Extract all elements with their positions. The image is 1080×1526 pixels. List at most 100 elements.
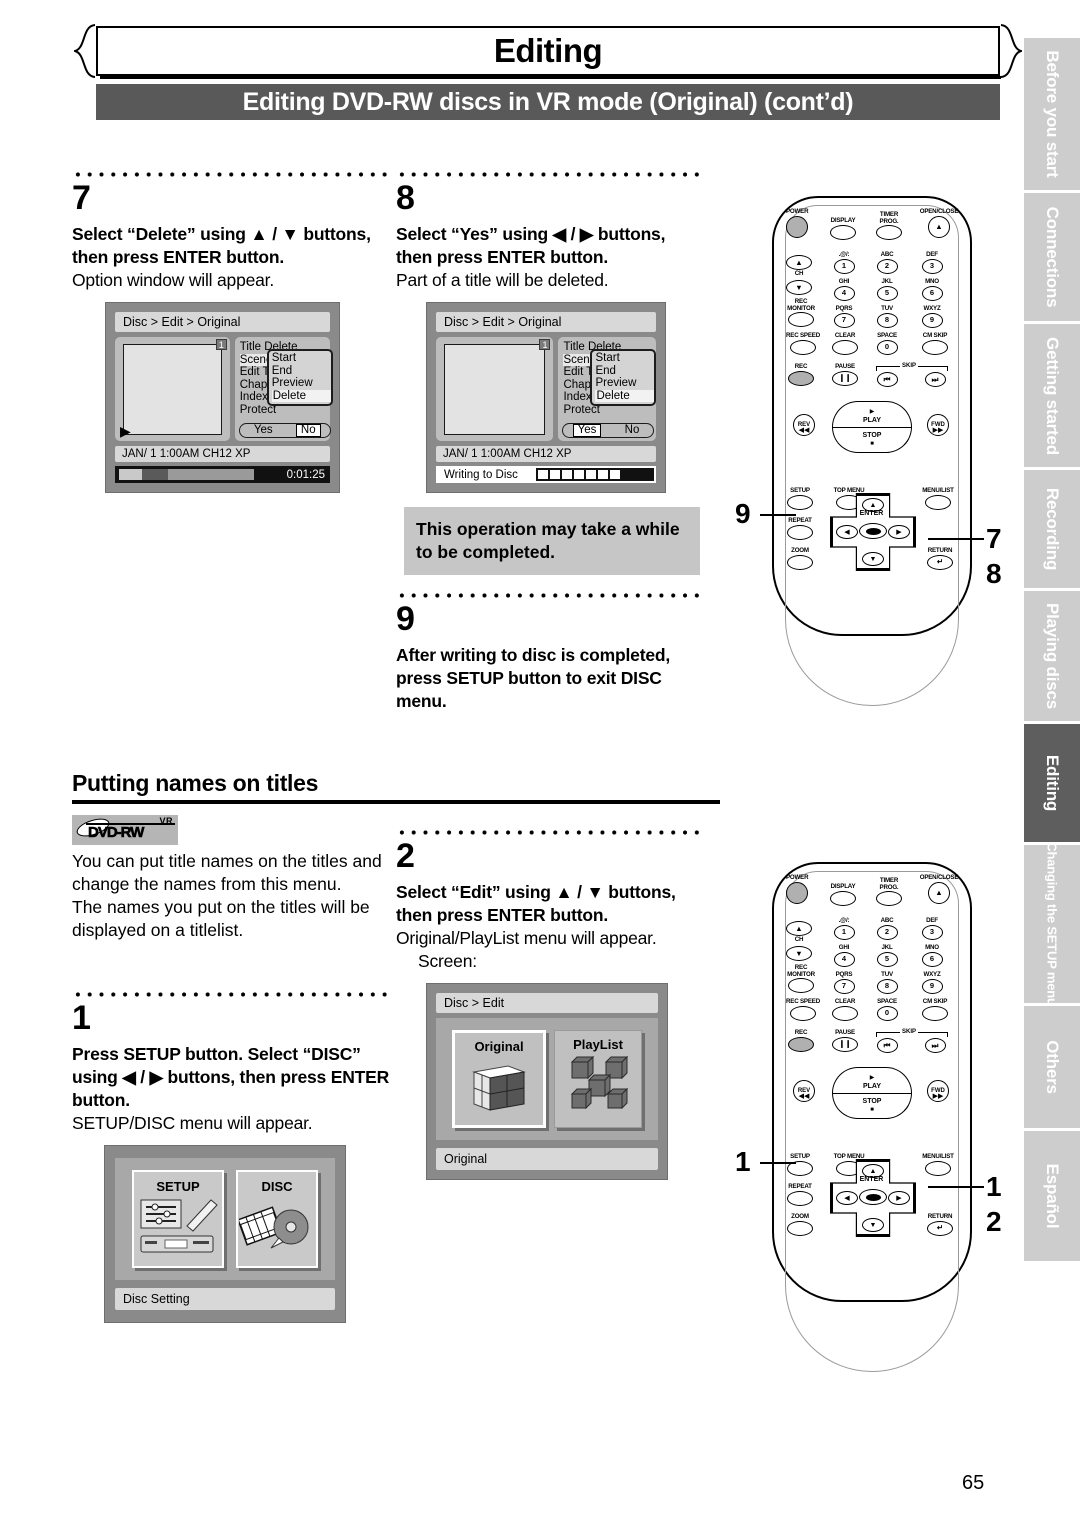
- key-label-2: ABC: [880, 917, 894, 924]
- skip-back-button[interactable]: ⏮: [876, 372, 898, 387]
- digit-6-button[interactable]: 6: [921, 951, 943, 967]
- display-button[interactable]: [830, 224, 856, 240]
- tab-getting-started[interactable]: Getting started: [1024, 324, 1080, 467]
- digit-1-button[interactable]: 1: [833, 924, 855, 940]
- digit-1-button[interactable]: 1: [833, 258, 855, 274]
- digit-4-button[interactable]: 4: [833, 285, 855, 301]
- digit-7-button[interactable]: 7: [833, 312, 855, 328]
- digit-2-button[interactable]: 2: [876, 924, 898, 940]
- digit-9-button[interactable]: 9: [921, 312, 943, 328]
- setup-button[interactable]: [787, 494, 813, 510]
- yes-button[interactable]: Yes: [572, 424, 602, 437]
- tab-playing-discs[interactable]: Playing discs: [1024, 591, 1080, 721]
- rec-monitor-button[interactable]: [788, 978, 814, 994]
- digit-5-button[interactable]: 5: [876, 285, 898, 301]
- setup-icon-tile[interactable]: SETUP: [132, 1170, 224, 1268]
- tab-others[interactable]: Others: [1024, 1006, 1080, 1128]
- cm-skip-button[interactable]: [922, 1005, 948, 1021]
- key-label-ch: CH: [794, 270, 804, 277]
- tab-editing[interactable]: Editing: [1024, 724, 1080, 842]
- channel-up-button[interactable]: ▲: [786, 921, 812, 936]
- return-button[interactable]: ↵: [927, 554, 953, 570]
- rec-button[interactable]: [788, 370, 814, 386]
- power-button[interactable]: [786, 881, 809, 904]
- digit-3-button[interactable]: 3: [921, 258, 943, 274]
- popup-item-start[interactable]: Start: [595, 352, 619, 364]
- stop-button[interactable]: STOP ■: [832, 1093, 912, 1119]
- dotted-rule: [396, 170, 706, 179]
- return-button[interactable]: ↵: [927, 1220, 953, 1236]
- dpad-down-button[interactable]: ▼: [862, 1218, 884, 1232]
- stop-button[interactable]: STOP ■: [832, 427, 912, 453]
- zoom-button[interactable]: [787, 554, 813, 570]
- power-button[interactable]: [786, 215, 809, 238]
- skip-forward-button[interactable]: ⏭: [924, 372, 946, 387]
- popup-item-end[interactable]: End: [272, 365, 292, 377]
- open-close-button[interactable]: ▲: [928, 215, 950, 238]
- display-button[interactable]: [830, 890, 856, 906]
- tab-recording[interactable]: Recording: [1024, 470, 1080, 588]
- tab-connections[interactable]: Connections: [1024, 193, 1080, 321]
- screen-step7: Disc > Edit > Original 1 ▶ Title Delete …: [105, 302, 340, 493]
- popup-item-end[interactable]: End: [595, 365, 615, 377]
- pause-button[interactable]: ❙❙: [832, 370, 858, 386]
- popup-item-preview[interactable]: Preview: [272, 377, 313, 389]
- digit-0-button[interactable]: 0: [876, 1005, 898, 1021]
- enter-button[interactable]: [859, 523, 887, 539]
- tab-changing-setup-menu[interactable]: Changing the SETUP menu: [1024, 842, 1080, 1006]
- skip-forward-button[interactable]: ⏭: [924, 1038, 946, 1053]
- digit-9-button[interactable]: 9: [921, 978, 943, 994]
- rec-speed-button[interactable]: [790, 339, 816, 355]
- dpad-left-button[interactable]: ◀: [836, 1191, 858, 1205]
- rec-monitor-button[interactable]: [788, 312, 814, 328]
- popup-item-start[interactable]: Start: [272, 352, 296, 364]
- rec-button[interactable]: [788, 1036, 814, 1052]
- channel-down-button[interactable]: ▼: [786, 946, 812, 961]
- enter-button[interactable]: [859, 1189, 887, 1205]
- popup-item-delete[interactable]: Delete: [271, 389, 331, 403]
- popup-item-delete[interactable]: Delete: [595, 389, 655, 403]
- tab-espanol[interactable]: Español: [1024, 1131, 1080, 1261]
- original-tile[interactable]: Original: [452, 1030, 546, 1128]
- no-button[interactable]: No: [295, 424, 321, 437]
- pause-button[interactable]: ❙❙: [832, 1036, 858, 1052]
- menu-list-button[interactable]: [925, 1160, 951, 1176]
- repeat-button[interactable]: [787, 524, 813, 540]
- popup-item-preview[interactable]: Preview: [595, 377, 636, 389]
- playlist-tile[interactable]: PlayList: [554, 1030, 642, 1128]
- channel-up-button[interactable]: ▲: [786, 255, 812, 270]
- dpad-right-button[interactable]: ▶: [888, 1191, 910, 1205]
- zoom-button[interactable]: [787, 1220, 813, 1236]
- repeat-button[interactable]: [787, 1190, 813, 1206]
- step-7-number: 7: [72, 179, 91, 217]
- open-close-button[interactable]: ▲: [928, 881, 950, 904]
- dpad-down-button[interactable]: ▼: [862, 552, 884, 566]
- digit-4-button[interactable]: 4: [833, 951, 855, 967]
- play-button[interactable]: ▶ PLAY: [832, 1067, 912, 1093]
- no-button[interactable]: No: [620, 424, 645, 437]
- digit-8-button[interactable]: 8: [876, 312, 898, 328]
- menu-list-button[interactable]: [925, 494, 951, 510]
- clear-button[interactable]: [832, 1005, 858, 1021]
- timer-prog-button[interactable]: [876, 225, 902, 241]
- digit-8-button[interactable]: 8: [876, 978, 898, 994]
- digit-6-button[interactable]: 6: [921, 285, 943, 301]
- dpad-right-button[interactable]: ▶: [888, 525, 910, 539]
- digit-2-button[interactable]: 2: [876, 258, 898, 274]
- disc-icon-tile[interactable]: DISC: [236, 1170, 318, 1268]
- digit-5-button[interactable]: 5: [876, 951, 898, 967]
- dpad-left-button[interactable]: ◀: [836, 525, 858, 539]
- rec-speed-button[interactable]: [790, 1005, 816, 1021]
- digit-3-button[interactable]: 3: [921, 924, 943, 940]
- tab-before-you-start[interactable]: Before you start: [1024, 38, 1080, 190]
- timer-prog-button[interactable]: [876, 891, 902, 907]
- channel-down-button[interactable]: ▼: [786, 280, 812, 295]
- yes-button[interactable]: Yes: [249, 424, 278, 437]
- clear-button[interactable]: [832, 339, 858, 355]
- key-label-8: TUV: [881, 971, 893, 978]
- skip-back-button[interactable]: ⏮: [876, 1038, 898, 1053]
- digit-0-button[interactable]: 0: [876, 339, 898, 355]
- play-button[interactable]: ▶ PLAY: [832, 401, 912, 427]
- digit-7-button[interactable]: 7: [833, 978, 855, 994]
- cm-skip-button[interactable]: [922, 339, 948, 355]
